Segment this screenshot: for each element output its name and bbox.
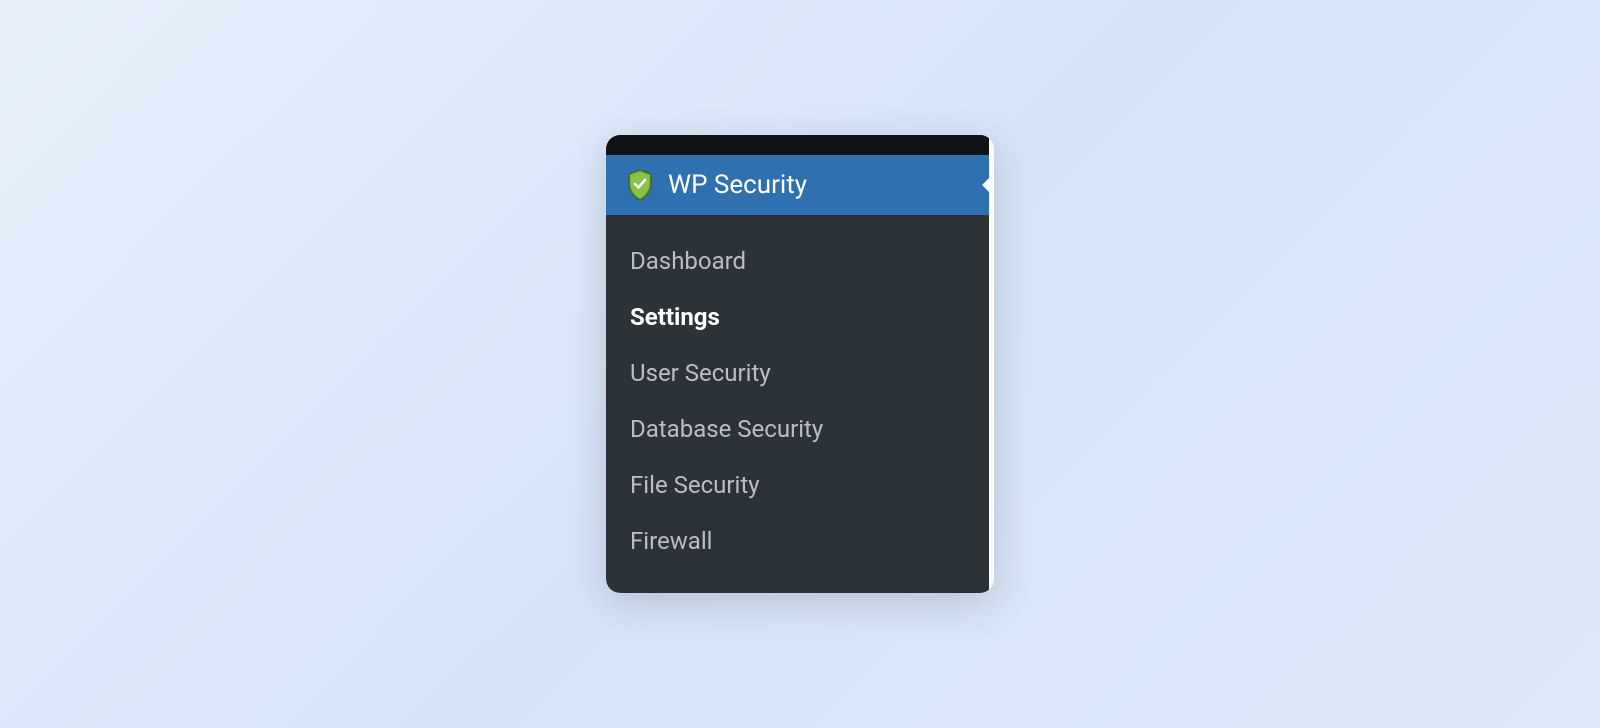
menu-header-title: WP Security xyxy=(668,170,807,200)
menu-inner: WP Security Dashboard Settings User Secu… xyxy=(606,135,989,593)
shield-check-icon xyxy=(626,169,654,201)
menu-header[interactable]: WP Security xyxy=(606,155,989,215)
wp-security-menu: WP Security Dashboard Settings User Secu… xyxy=(606,135,994,593)
menu-item-database-security[interactable]: Database Security xyxy=(606,401,989,457)
menu-top-bar xyxy=(606,135,989,155)
menu-item-firewall[interactable]: Firewall xyxy=(606,513,989,569)
menu-item-dashboard[interactable]: Dashboard xyxy=(606,233,989,289)
menu-list: Dashboard Settings User Security Databas… xyxy=(606,215,989,593)
menu-item-settings[interactable]: Settings xyxy=(606,289,989,345)
menu-item-user-security[interactable]: User Security xyxy=(606,345,989,401)
menu-item-file-security[interactable]: File Security xyxy=(606,457,989,513)
